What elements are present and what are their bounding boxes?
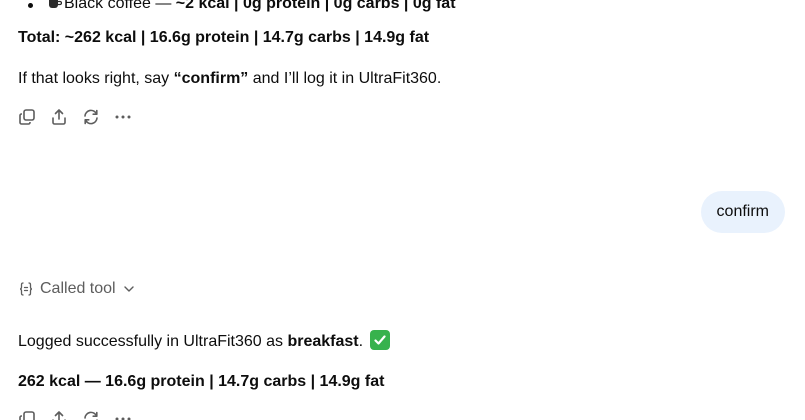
coffee-cup-icon: [48, 0, 63, 8]
user-message-bubble: confirm: [700, 191, 785, 233]
coffee-label: Black coffee —: [64, 0, 176, 12]
copy-button[interactable]: [18, 108, 36, 126]
copy-icon: [19, 109, 35, 125]
chat-thread: Black coffee — ~2 kcal | 0g protein | 0g…: [0, 0, 805, 420]
regenerate-button[interactable]: [82, 108, 100, 126]
confirm-prompt: If that looks right, say “confirm” and I…: [18, 68, 441, 90]
regenerate-icon: [84, 109, 98, 125]
braces-icon: [19, 282, 33, 296]
log-confirmation: Logged successfully in UltraFit360 as br…: [18, 330, 390, 353]
meal-type: breakfast: [287, 333, 359, 350]
message-actions-2: [18, 410, 132, 420]
more-icon: [115, 115, 131, 119]
confirm-prompt-after: and I’ll log it in UltraFit360.: [248, 70, 442, 87]
confirm-prompt-before: If that looks right, say: [18, 70, 174, 87]
tool-call-label: Called tool: [40, 280, 116, 297]
list-item: Black coffee — ~2 kcal | 0g protein | 0g…: [28, 0, 456, 15]
confirm-keyword: “confirm”: [173, 70, 249, 87]
list-item-text: Black coffee — ~2 kcal | 0g protein | 0g…: [48, 0, 456, 12]
more-button[interactable]: [114, 410, 132, 420]
log-before: Logged successfully in UltraFit360 as: [18, 333, 288, 350]
coffee-macros: ~2 kcal | 0g protein | 0g carbs | 0g fat: [175, 0, 456, 12]
logged-summary: 262 kcal — 16.6g protein | 14.7g carbs |…: [18, 373, 385, 390]
copy-button[interactable]: [18, 410, 36, 420]
message-actions: [18, 108, 132, 126]
regenerate-icon: [84, 411, 98, 420]
share-button[interactable]: [50, 410, 68, 420]
share-icon: [52, 109, 66, 125]
meal-total: Total: ~262 kcal | 16.6g protein | 14.7g…: [18, 29, 430, 46]
share-button[interactable]: [50, 108, 68, 126]
more-icon: [115, 417, 131, 420]
tool-call-toggle[interactable]: Called tool: [18, 280, 136, 298]
more-button[interactable]: [114, 108, 132, 126]
chevron-down-icon: [123, 286, 134, 292]
regenerate-button[interactable]: [82, 410, 100, 420]
check-mark-icon: [369, 330, 390, 350]
log-after: .: [358, 333, 368, 350]
share-icon: [52, 411, 66, 420]
copy-icon: [19, 411, 35, 420]
